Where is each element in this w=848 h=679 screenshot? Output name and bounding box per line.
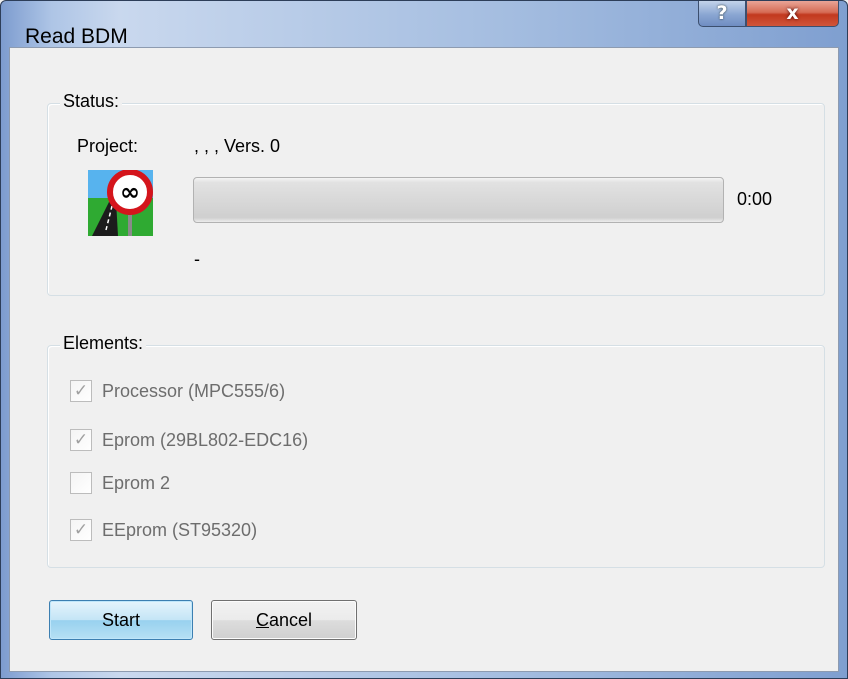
status-group: Status: Project: , , , Vers. 0 ∞ 0:00 - (47, 91, 825, 296)
close-button[interactable]: x (746, 1, 839, 27)
eprom-checkbox-row[interactable]: ✓ Eprom (29BL802-EDC16) (70, 428, 308, 452)
help-button[interactable]: ? (698, 1, 746, 27)
window-title: Read BDM (25, 25, 128, 48)
eprom2-checkbox-row[interactable]: Eprom 2 (70, 471, 170, 495)
read-bdm-dialog: Read BDM ? x Status: Project: , , , Vers… (0, 0, 848, 679)
dialog-body: Status: Project: , , , Vers. 0 ∞ 0:00 - (9, 47, 839, 672)
progress-bar (193, 177, 724, 223)
elements-group: Elements: ✓ Processor (MPC555/6) ✓ Eprom… (47, 333, 825, 568)
eeprom-label: EEprom (ST95320) (102, 519, 258, 540)
start-button[interactable]: Start (49, 600, 193, 640)
eprom-checkbox[interactable]: ✓ (70, 429, 92, 451)
eprom2-label: Eprom 2 (102, 472, 171, 493)
eprom-label: Eprom (29BL802-EDC16) (102, 429, 309, 450)
cancel-button[interactable]: Cancel (211, 600, 357, 640)
elements-group-label: Elements: (60, 333, 147, 354)
cancel-mnemonic: C (255, 609, 269, 630)
processor-checkbox[interactable]: ✓ (70, 380, 92, 402)
eeprom-checkbox[interactable]: ✓ (70, 519, 92, 541)
checkmark-icon: ✓ (73, 429, 89, 450)
project-label: Project: (77, 136, 139, 156)
project-value: , , , Vers. 0 (194, 136, 281, 156)
title-bar[interactable]: Read BDM ? x (1, 1, 847, 48)
infinity-road-sign-icon: ∞ (88, 169, 153, 236)
help-icon: ? (716, 2, 728, 24)
svg-text:∞: ∞ (120, 178, 140, 206)
status-group-label: Status: (60, 91, 123, 112)
processor-label: Processor (MPC555/6) (102, 380, 286, 401)
start-button-label: Start (101, 609, 140, 630)
checkmark-icon: ✓ (73, 380, 89, 401)
processor-checkbox-row[interactable]: ✓ Processor (MPC555/6) (70, 379, 285, 403)
close-icon: x (786, 2, 799, 24)
status-detail: - (194, 249, 200, 269)
cancel-button-label: ancel (268, 609, 313, 630)
eeprom-checkbox-row[interactable]: ✓ EEprom (ST95320) (70, 518, 257, 542)
eprom2-checkbox[interactable] (70, 472, 92, 494)
checkmark-icon: ✓ (73, 519, 89, 540)
elapsed-time: 0:00 (737, 189, 773, 209)
